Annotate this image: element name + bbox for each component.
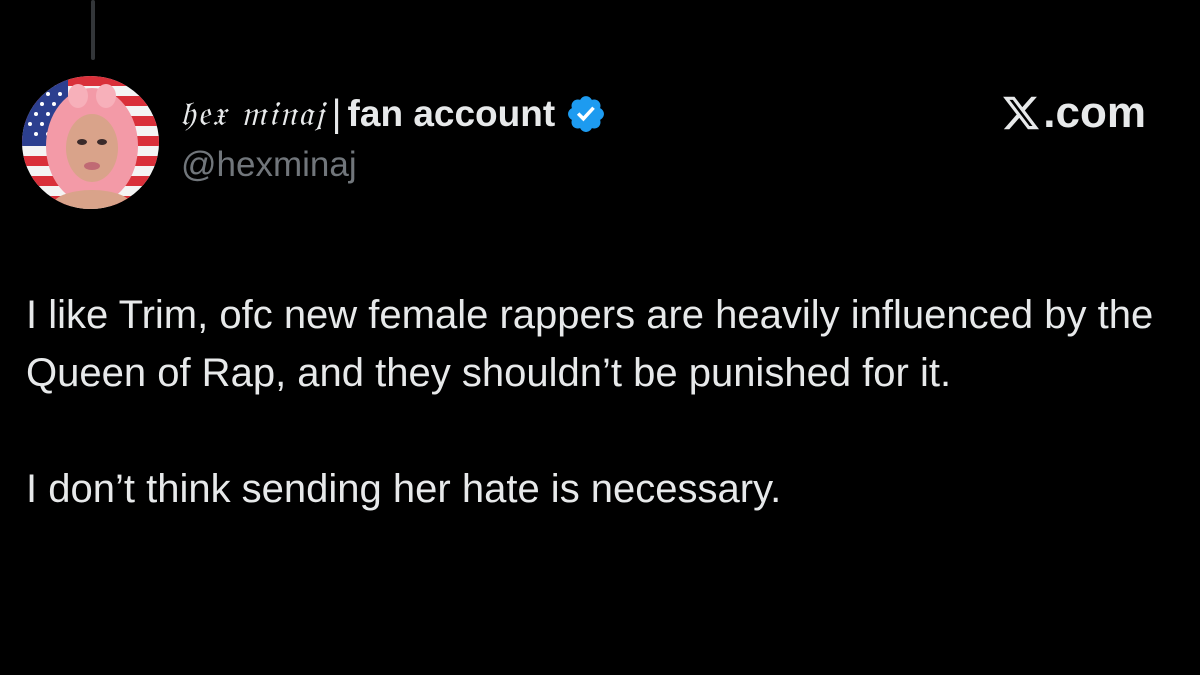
avatar-image	[22, 76, 159, 209]
display-name-suffix: fan account	[347, 93, 556, 134]
display-name-row[interactable]: 𝔥𝔢𝔵 𝔪𝔦𝔫𝔞𝔧 | fan account	[180, 90, 607, 138]
display-name-separator: |	[331, 92, 342, 135]
tweet-paragraph: I don’t think sending her hate is necess…	[26, 467, 782, 511]
thread-connector-line	[91, 0, 95, 60]
tweet-body: I like Trim, ofc new female rappers are …	[26, 286, 1166, 518]
verified-badge-icon	[568, 96, 605, 132]
display-name-stylized: 𝔥𝔢𝔵 𝔪𝔦𝔫𝔞𝔧	[180, 94, 326, 134]
tweet-paragraph: I like Trim, ofc new female rappers are …	[26, 293, 1154, 395]
avatar[interactable]	[22, 76, 159, 209]
x-logo-icon	[1003, 96, 1040, 130]
user-handle[interactable]: @hexminaj	[181, 145, 357, 185]
brand-watermark: .com	[1001, 88, 1146, 138]
brand-text: .com	[1043, 88, 1146, 137]
